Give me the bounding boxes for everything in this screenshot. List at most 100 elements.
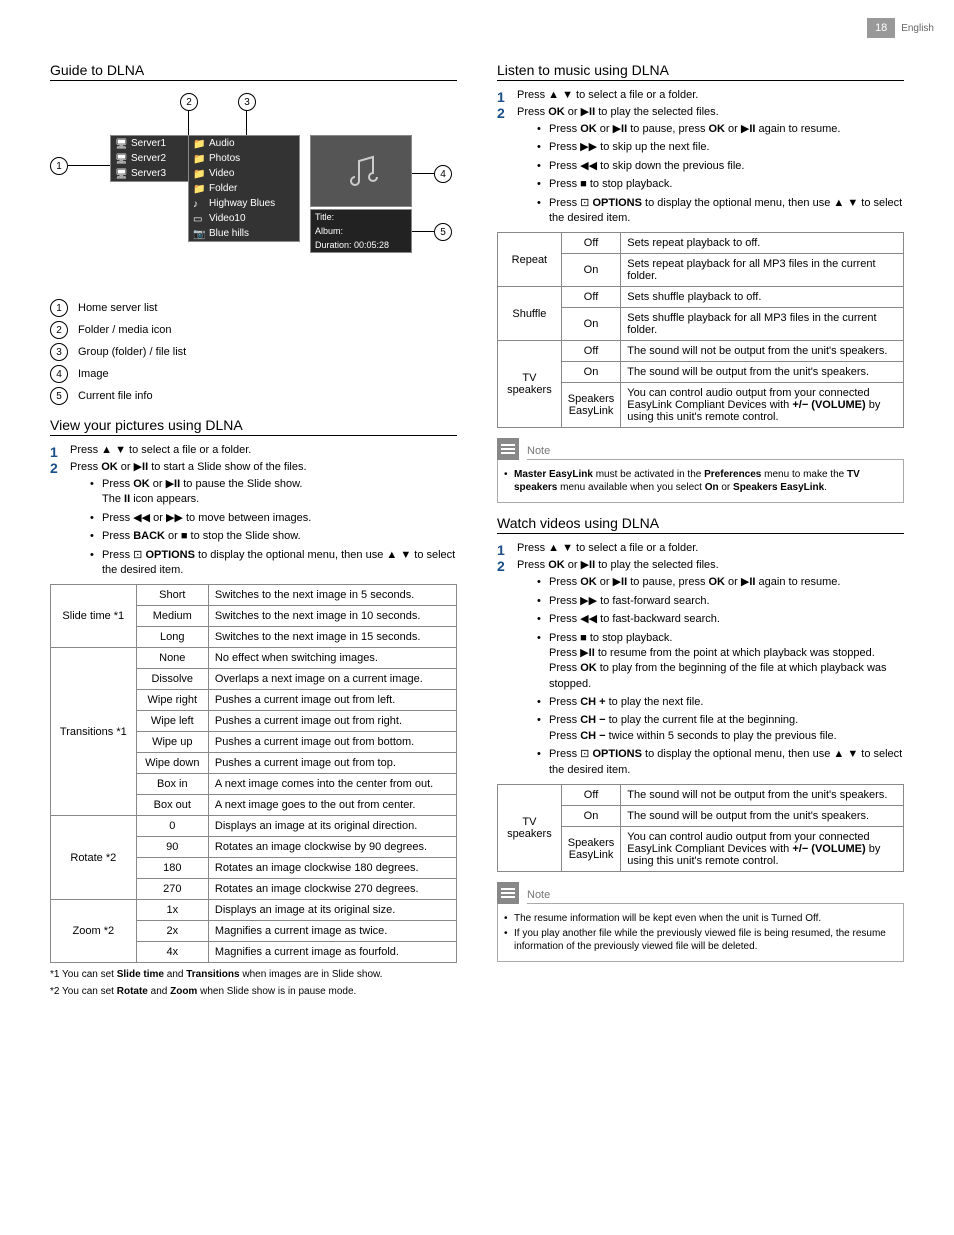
- file-3: Blue hills: [209, 228, 249, 239]
- bullet: Press OK or ▶II to pause, press OK or ▶I…: [537, 122, 904, 137]
- callout-2: 2: [180, 93, 198, 111]
- opt-desc: A next image comes into the center from …: [208, 774, 456, 795]
- server-icon: 🖥: [115, 169, 127, 179]
- legend-num: 2: [50, 321, 68, 339]
- opt-desc: No effect when switching images.: [208, 648, 456, 669]
- bullet: Press ◀◀ to skip down the previous file.: [537, 159, 904, 174]
- opt-desc: Switches to the next image in 5 seconds.: [208, 585, 456, 606]
- opt-name: Short: [136, 585, 208, 606]
- opt-name: Wipe left: [136, 711, 208, 732]
- opt-desc: Rotates an image clockwise 270 degrees.: [208, 879, 456, 900]
- file-2: Video10: [209, 213, 246, 224]
- note-box: Note The resume information will be kept…: [497, 882, 904, 962]
- bullet: Press ◀◀ or ▶▶ to move between images.: [90, 511, 457, 526]
- video-icon: ▭: [193, 214, 205, 224]
- legend-num: 1: [50, 299, 68, 317]
- opt-desc: Sets shuffle playback to off.: [621, 287, 904, 308]
- bullet: Press ■ to stop playback.Press ▶II to re…: [537, 631, 904, 693]
- opt-desc: Displays an image at its original size.: [208, 900, 456, 921]
- cat-video: Video: [209, 168, 234, 179]
- note-title: Note: [527, 889, 904, 904]
- opt-desc: Rotates an image clockwise by 90 degrees…: [208, 837, 456, 858]
- row-header: TV speakers: [498, 341, 562, 428]
- bullet: Press ⊡ OPTIONS to display the optional …: [537, 747, 904, 778]
- bullet: Press ◀◀ to fast-backward search.: [537, 612, 904, 627]
- opt-name: Medium: [136, 606, 208, 627]
- footnote-2: *2 You can set Rotate and Zoom when Slid…: [50, 986, 457, 997]
- note-text: The resume information will be kept even…: [504, 912, 897, 925]
- opt-name: Box out: [136, 795, 208, 816]
- row-header: Transitions *1: [51, 648, 137, 816]
- note-text: If you play another file while the previ…: [504, 927, 897, 953]
- opt-name: Long: [136, 627, 208, 648]
- bullet: Press OK or ▶II to pause the Slide show.…: [90, 477, 457, 508]
- folder-icon: 📁: [193, 154, 205, 164]
- opt-desc: Overlaps a next image on a current image…: [208, 669, 456, 690]
- opt-desc: Sets repeat playback to off.: [621, 233, 904, 254]
- heading-video: Watch videos using DLNA: [497, 515, 904, 534]
- opt-name: Dissolve: [136, 669, 208, 690]
- note-box: Note Master EasyLink must be activated i…: [497, 438, 904, 503]
- row-header: Repeat: [498, 233, 562, 287]
- opt-name: Wipe down: [136, 753, 208, 774]
- info-album: Album:: [315, 226, 343, 236]
- legend-num: 3: [50, 343, 68, 361]
- opt-name: On: [561, 362, 620, 383]
- opt-name: 4x: [136, 942, 208, 963]
- folder-icon: 📁: [193, 169, 205, 179]
- server-icon: 🖥: [115, 139, 127, 149]
- heading-music: Listen to music using DLNA: [497, 62, 904, 81]
- row-header: Rotate *2: [51, 816, 137, 900]
- legend-num: 4: [50, 365, 68, 383]
- opt-desc: Sets repeat playback for all MP3 files i…: [621, 254, 904, 287]
- note-icon: [497, 438, 519, 460]
- opt-name: Wipe right: [136, 690, 208, 711]
- header-lang: English: [901, 23, 934, 34]
- server-2: Server2: [131, 153, 166, 164]
- legend-text: Group (folder) / file list: [78, 346, 186, 358]
- cat-audio: Audio: [209, 138, 235, 149]
- bullet: Press ▶▶ to skip up the next file.: [537, 140, 904, 155]
- opt-desc: Switches to the next image in 10 seconds…: [208, 606, 456, 627]
- opt-desc: Pushes a current image out from bottom.: [208, 732, 456, 753]
- opt-desc: You can control audio output from your c…: [621, 827, 904, 872]
- row-header: Slide time *1: [51, 585, 137, 648]
- opt-name: On: [561, 308, 620, 341]
- opt-name: Box in: [136, 774, 208, 795]
- bullet: Press BACK or ■ to stop the Slide show.: [90, 529, 457, 544]
- step: Press ▲ ▼ to select a file or a folder.: [497, 542, 904, 554]
- row-header: Shuffle: [498, 287, 562, 341]
- step: Press OK or ▶II to start a Slide show of…: [50, 460, 457, 578]
- opt-desc: Displays an image at its original direct…: [208, 816, 456, 837]
- diagram-legend: 1Home server list 2Folder / media icon 3…: [50, 299, 457, 405]
- music-note-icon: [341, 151, 381, 191]
- row-header: Zoom *2: [51, 900, 137, 963]
- server-icon: 🖥: [115, 154, 127, 164]
- dlna-diagram: 1 🖥Server1 🖥Server2 🖥Server3 2 3 📁Audio …: [50, 89, 457, 289]
- music-icon: ♪: [193, 199, 205, 209]
- photo-icon: 📷: [193, 229, 205, 239]
- opt-desc: You can control audio output from your c…: [621, 383, 904, 428]
- opt-name: Off: [561, 785, 620, 806]
- opt-desc: Pushes a current image out from top.: [208, 753, 456, 774]
- cat-folder: Folder: [209, 183, 237, 194]
- bullet: Press ▶▶ to fast-forward search.: [537, 594, 904, 609]
- opt-name: 90: [136, 837, 208, 858]
- cat-photos: Photos: [209, 153, 240, 164]
- legend-text: Home server list: [78, 302, 157, 314]
- opt-desc: The sound will not be output from the un…: [621, 785, 904, 806]
- bullet: Press OK or ▶II to pause, press OK or ▶I…: [537, 575, 904, 590]
- opt-desc: Magnifies a current image as fourfold.: [208, 942, 456, 963]
- heading-view-pictures: View your pictures using DLNA: [50, 417, 457, 436]
- row-header: TV speakers: [498, 785, 562, 872]
- opt-desc: Magnifies a current image as twice.: [208, 921, 456, 942]
- callout-4: 4: [434, 165, 452, 183]
- note-text: Master EasyLink must be activated in the…: [504, 468, 897, 494]
- bullet: Press ■ to stop playback.: [537, 177, 904, 192]
- note-title: Note: [527, 445, 904, 460]
- step: Press OK or ▶II to play the selected fil…: [497, 558, 904, 778]
- step: Press ▲ ▼ to select a file or a folder.: [497, 89, 904, 101]
- opt-desc: Sets shuffle playback for all MP3 files …: [621, 308, 904, 341]
- file-1: Highway Blues: [209, 198, 275, 209]
- opt-desc: The sound will not be output from the un…: [621, 341, 904, 362]
